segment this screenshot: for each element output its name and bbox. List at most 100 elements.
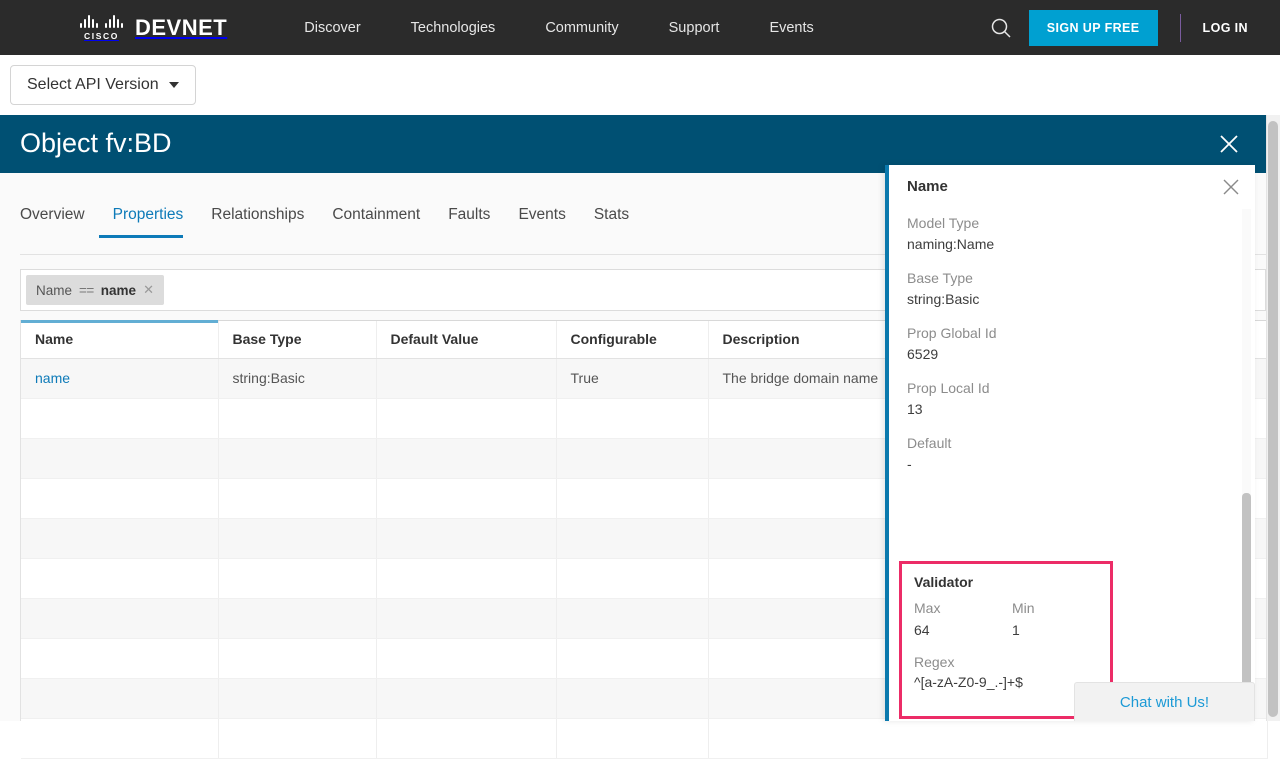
nav-link-support[interactable]: Support xyxy=(644,20,745,36)
tab-containment[interactable]: Containment xyxy=(318,206,434,238)
panel-title: Name xyxy=(907,178,948,195)
table-row[interactable] xyxy=(21,718,1267,758)
cell-default-value xyxy=(376,438,556,478)
tab-faults[interactable]: Faults xyxy=(434,206,504,238)
cell-base-type xyxy=(218,438,376,478)
cell-name xyxy=(21,438,218,478)
table-accent-bar xyxy=(21,320,218,323)
cell-name[interactable]: name xyxy=(21,358,218,398)
cell-description xyxy=(708,718,1267,758)
field-label: Model Type xyxy=(907,215,1255,231)
column-header-base-type[interactable]: Base Type xyxy=(218,321,376,358)
cell-name xyxy=(21,678,218,718)
search-icon[interactable] xyxy=(981,8,1021,48)
page-scrollbar-thumb[interactable] xyxy=(1268,121,1278,717)
property-detail-panel: Name Model Type naming:Name Base Type st… xyxy=(885,165,1255,721)
filter-chip-remove-icon[interactable]: ✕ xyxy=(143,282,154,298)
cell-name xyxy=(21,638,218,678)
tab-overview[interactable]: Overview xyxy=(20,206,99,238)
close-icon[interactable] xyxy=(1218,133,1240,155)
cell-configurable xyxy=(556,398,708,438)
field-value: naming:Name xyxy=(907,236,1255,252)
field-base-type: Base Type string:Basic xyxy=(907,270,1255,307)
api-version-bar: Select API Version xyxy=(0,55,1280,115)
select-api-version-label: Select API Version xyxy=(27,76,159,94)
page-title: Object fv:BD xyxy=(20,128,172,159)
cell-default-value xyxy=(376,558,556,598)
tab-bar: Overview Properties Relationships Contai… xyxy=(20,206,643,238)
cell-base-type xyxy=(218,718,376,758)
field-prop-local-id: Prop Local Id 13 xyxy=(907,380,1255,417)
cell-base-type xyxy=(218,518,376,558)
cell-configurable xyxy=(556,478,708,518)
cell-name xyxy=(21,598,218,638)
cell-default-value xyxy=(376,638,556,678)
top-navigation-bar: CISCO DEVNET Discover Technologies Commu… xyxy=(0,0,1280,55)
panel-header: Name xyxy=(889,165,1255,209)
tab-stats[interactable]: Stats xyxy=(580,206,643,238)
cell-default-value xyxy=(376,478,556,518)
chat-widget-label: Chat with Us! xyxy=(1120,694,1209,711)
sign-up-free-button[interactable]: SIGN UP FREE xyxy=(1029,10,1158,46)
filter-chip-field: Name xyxy=(36,283,72,298)
cell-name xyxy=(21,398,218,438)
cell-base-type xyxy=(218,638,376,678)
nav-link-technologies[interactable]: Technologies xyxy=(386,20,521,36)
validator-labels-row: Max Min xyxy=(914,600,1110,620)
cell-default-value xyxy=(376,358,556,398)
select-api-version-button[interactable]: Select API Version xyxy=(10,65,196,105)
validator-regex-label: Regex xyxy=(914,654,1110,670)
column-header-default-value[interactable]: Default Value xyxy=(376,321,556,358)
validator-max-label: Max xyxy=(914,600,1012,616)
primary-nav-links: Discover Technologies Community Support … xyxy=(279,20,839,36)
field-value: 6529 xyxy=(907,346,1255,362)
field-value: 13 xyxy=(907,401,1255,417)
cell-base-type xyxy=(218,478,376,518)
tab-events[interactable]: Events xyxy=(504,206,579,238)
filter-chip-operator: == xyxy=(79,283,94,298)
cell-configurable xyxy=(556,678,708,718)
column-header-name[interactable]: Name xyxy=(21,321,218,358)
cell-configurable xyxy=(556,718,708,758)
devnet-wordmark: DEVNET xyxy=(135,15,227,41)
nav-link-discover[interactable]: Discover xyxy=(279,20,385,36)
filter-chip[interactable]: Name == name ✕ xyxy=(26,275,164,305)
tab-properties[interactable]: Properties xyxy=(99,206,198,238)
cell-name xyxy=(21,478,218,518)
nav-link-community[interactable]: Community xyxy=(520,20,643,36)
cisco-logo-icon: CISCO xyxy=(80,15,123,41)
validator-values-row: 64 1 xyxy=(914,622,1110,638)
cisco-devnet-logo[interactable]: CISCO DEVNET xyxy=(80,15,227,41)
cell-configurable xyxy=(556,518,708,558)
tab-relationships[interactable]: Relationships xyxy=(197,206,318,238)
nav-link-events[interactable]: Events xyxy=(744,20,838,36)
cell-base-type xyxy=(218,398,376,438)
cell-base-type xyxy=(218,598,376,638)
filter-chip-value: name xyxy=(101,283,136,298)
cell-default-value xyxy=(376,718,556,758)
cell-base-type xyxy=(218,678,376,718)
cell-configurable xyxy=(556,438,708,478)
field-default: Default - xyxy=(907,435,1255,472)
cell-configurable: True xyxy=(556,358,708,398)
property-name-link[interactable]: name xyxy=(35,370,70,386)
cell-default-value xyxy=(376,598,556,638)
field-value: - xyxy=(907,456,1255,472)
chat-widget[interactable]: Chat with Us! xyxy=(1074,682,1255,721)
close-icon[interactable] xyxy=(1221,177,1241,197)
chevron-down-icon xyxy=(169,82,179,88)
log-in-link[interactable]: LOG IN xyxy=(1203,21,1248,35)
field-label: Default xyxy=(907,435,1255,451)
cell-base-type: string:Basic xyxy=(218,358,376,398)
nav-right-group: SIGN UP FREE LOG IN xyxy=(981,8,1260,48)
validator-min-label: Min xyxy=(1012,600,1110,616)
validator-title: Validator xyxy=(914,574,1110,590)
field-label: Prop Local Id xyxy=(907,380,1255,396)
validator-max-value: 64 xyxy=(914,622,1012,638)
cell-configurable xyxy=(556,558,708,598)
column-header-configurable[interactable]: Configurable xyxy=(556,321,708,358)
cell-name xyxy=(21,718,218,758)
cell-default-value xyxy=(376,518,556,558)
cell-configurable xyxy=(556,598,708,638)
field-value: string:Basic xyxy=(907,291,1255,307)
